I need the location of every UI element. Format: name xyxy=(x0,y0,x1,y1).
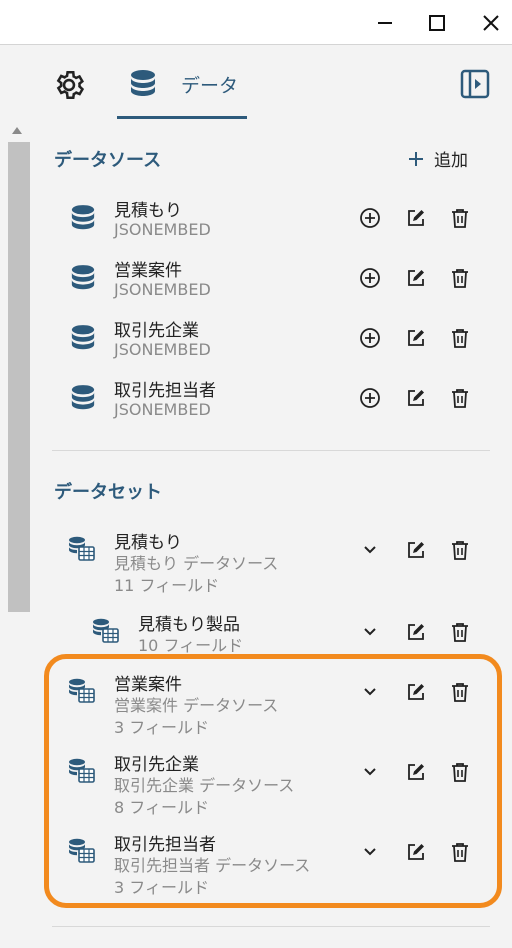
edit-icon[interactable] xyxy=(404,326,428,350)
maximize-icon[interactable] xyxy=(422,8,452,38)
edit-icon[interactable] xyxy=(404,680,428,704)
datasource-item[interactable]: 営業案件 JSONEMBED xyxy=(38,254,512,304)
datasource-type: JSONEMBED xyxy=(114,280,211,299)
delete-icon[interactable] xyxy=(448,840,472,864)
datasource-item[interactable]: 取引先担当者 JSONEMBED xyxy=(38,374,512,424)
dataset-item[interactable]: 取引先担当者 取引先担当者 データソース 3 フィールド xyxy=(38,828,512,897)
tab-settings[interactable] xyxy=(48,65,90,105)
dataset-source: 見積もり データソース xyxy=(114,554,279,573)
chevron-down-icon[interactable] xyxy=(358,538,382,562)
dataset-icon xyxy=(92,618,120,648)
dataset-field-count: 8 フィールド xyxy=(114,798,209,817)
edit-icon[interactable] xyxy=(404,206,428,230)
delete-icon[interactable] xyxy=(448,680,472,704)
edit-icon[interactable] xyxy=(404,266,428,290)
section-divider xyxy=(52,450,490,451)
add-button-label: 追加 xyxy=(434,151,468,171)
delete-icon[interactable] xyxy=(448,386,472,410)
delete-icon[interactable] xyxy=(448,760,472,784)
dataset-field-count: 10 フィールド xyxy=(138,636,244,655)
delete-icon[interactable] xyxy=(448,620,472,644)
dataset-item[interactable]: 営業案件 営業案件 データソース 3 フィールド xyxy=(38,668,512,737)
dataset-icon xyxy=(68,536,96,566)
datasources-title: データソース xyxy=(54,150,162,171)
add-dataset-icon[interactable] xyxy=(358,326,382,350)
title-bar xyxy=(0,0,512,44)
datasource-item[interactable]: 見積もり JSONEMBED xyxy=(38,194,512,244)
delete-icon[interactable] xyxy=(448,538,472,562)
database-icon xyxy=(70,384,96,418)
chevron-down-icon[interactable] xyxy=(358,840,382,864)
dataset-field-count: 3 フィールド xyxy=(114,878,209,897)
datasource-type: JSONEMBED xyxy=(114,340,211,359)
database-icon xyxy=(70,264,96,298)
dataset-item[interactable]: 見積もり 見積もり データソース 11 フィールド xyxy=(38,526,512,595)
dataset-source: 取引先企業 データソース xyxy=(114,776,295,795)
datasource-name: 取引先企業 xyxy=(114,321,199,341)
edit-icon[interactable] xyxy=(404,620,428,644)
dataset-icon xyxy=(68,758,96,788)
chevron-down-icon[interactable] xyxy=(358,620,382,644)
chevron-down-icon[interactable] xyxy=(358,760,382,784)
datasource-name: 見積もり xyxy=(114,201,182,221)
edit-icon[interactable] xyxy=(404,840,428,864)
section-divider xyxy=(52,926,490,927)
dataset-field-count: 3 フィールド xyxy=(114,718,209,737)
database-icon xyxy=(70,324,96,358)
tab-data[interactable]: データ xyxy=(117,57,247,119)
add-dataset-icon[interactable] xyxy=(358,266,382,290)
gear-icon xyxy=(56,70,85,100)
datasource-item[interactable]: 取引先企業 JSONEMBED xyxy=(38,314,512,364)
delete-icon[interactable] xyxy=(448,266,472,290)
minimize-icon[interactable] xyxy=(370,8,400,38)
add-dataset-icon[interactable] xyxy=(358,206,382,230)
close-icon[interactable] xyxy=(476,8,506,38)
dataset-item[interactable]: 取引先企業 取引先企業 データソース 8 フィールド xyxy=(38,748,512,817)
tab-data-label: データ xyxy=(181,75,239,97)
datasource-type: JSONEMBED xyxy=(114,400,211,419)
datasource-name: 取引先担当者 xyxy=(114,381,216,401)
panel-toggle-icon[interactable] xyxy=(460,69,492,101)
dataset-icon xyxy=(68,838,96,868)
edit-icon[interactable] xyxy=(404,538,428,562)
database-icon xyxy=(131,70,155,96)
database-icon xyxy=(70,204,96,238)
data-panel: データソース 追加 見積もり JSONEMBED 営業案件 JSONEMBED 取引先企… xyxy=(38,120,512,948)
edit-icon[interactable] xyxy=(404,386,428,410)
datasource-name: 営業案件 xyxy=(114,261,182,281)
add-datasource-button[interactable]: 追加 xyxy=(408,146,468,171)
datasource-type: JSONEMBED xyxy=(114,220,211,239)
delete-icon[interactable] xyxy=(448,206,472,230)
tab-bar: データ xyxy=(0,44,512,120)
dataset-source: 取引先担当者 データソース xyxy=(114,856,311,875)
dataset-item[interactable]: 見積もり製品 10 フィールド xyxy=(38,608,512,655)
chevron-down-icon[interactable] xyxy=(358,680,382,704)
delete-icon[interactable] xyxy=(448,326,472,350)
scroll-up-arrow[interactable] xyxy=(12,127,22,134)
scrollbar-thumb[interactable] xyxy=(8,142,30,612)
edit-icon[interactable] xyxy=(404,760,428,784)
dataset-source: 営業案件 データソース xyxy=(114,696,279,715)
dataset-icon xyxy=(68,678,96,708)
plus-icon xyxy=(409,151,423,166)
dataset-field-count: 11 フィールド xyxy=(114,576,220,595)
datasets-title: データセット xyxy=(54,482,162,503)
add-dataset-icon[interactable] xyxy=(358,386,382,410)
active-tab-indicator xyxy=(117,116,247,119)
